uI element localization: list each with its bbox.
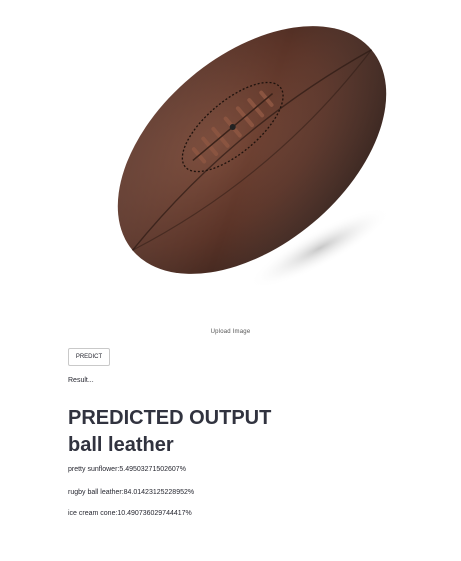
probability-line: rugby ball leather:84.01423125228952% <box>68 489 195 496</box>
predicted-output-heading: PREDICTED OUTPUT <box>68 407 272 429</box>
result-status-text: Result... <box>68 377 94 384</box>
predicted-label: ball leather <box>68 434 174 456</box>
predict-button[interactable]: PREDICT <box>68 348 110 366</box>
uploaded-image <box>0 0 461 325</box>
probability-line: pretty sunflower:5.49503271502607% <box>68 466 186 473</box>
rugby-ball-icon <box>117 26 392 289</box>
upload-image-caption: Upload Image <box>210 329 251 335</box>
probability-line: ice cream cone:10.490736029744417% <box>68 510 192 517</box>
